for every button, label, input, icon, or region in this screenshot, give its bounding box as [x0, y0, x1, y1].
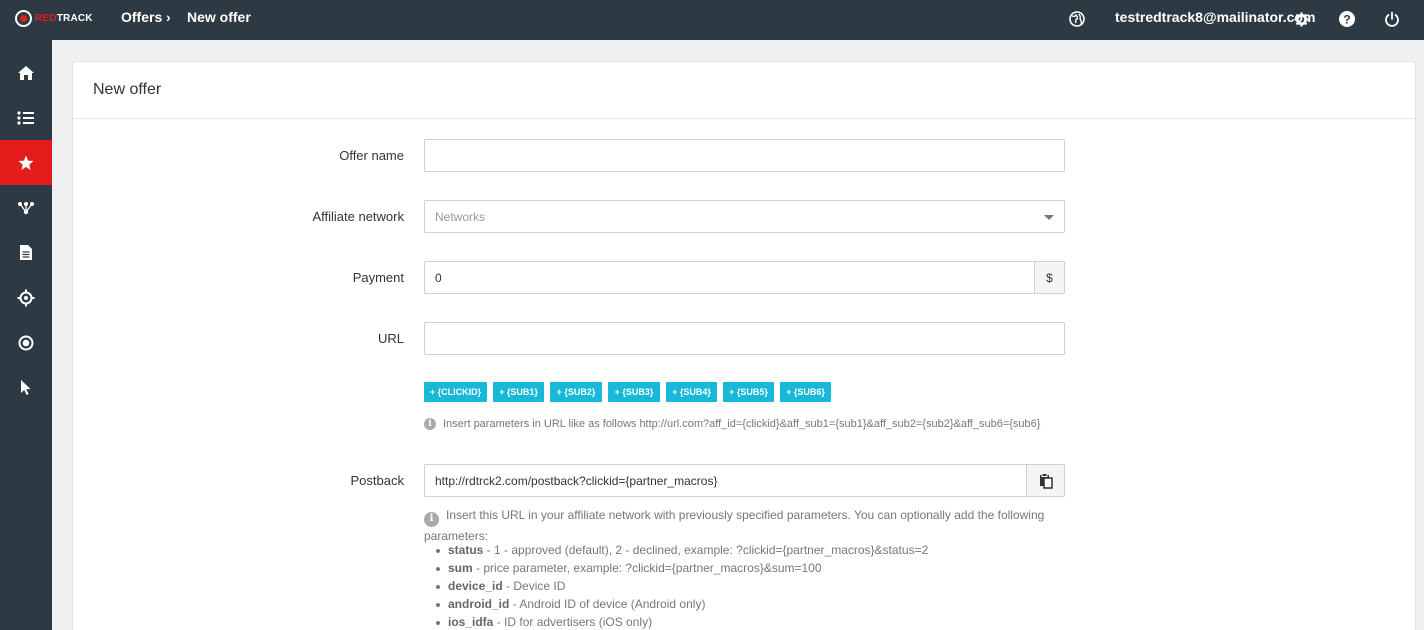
redtrack-logo[interactable]: RED TRACK	[15, 9, 93, 27]
macro-button-sub4[interactable]: + {SUB4}	[666, 382, 717, 402]
affiliate-network-select[interactable]: Networks	[424, 200, 1065, 233]
postback-note: i Insert this URL in your affiliate netwo…	[424, 506, 1064, 545]
user-email[interactable]: testredtrack8@mailinator.com	[1115, 9, 1315, 25]
clipboard-icon	[1039, 472, 1053, 489]
page-title: New offer	[93, 81, 162, 98]
currency-addon: $	[1034, 262, 1064, 293]
gear-icon[interactable]	[1291, 9, 1311, 29]
macro-button-sub5[interactable]: + {SUB5}	[723, 382, 774, 402]
top-bar: RED TRACK Offers › New offer testredtrac…	[0, 0, 1424, 40]
logo-mark-icon	[15, 9, 32, 27]
breadcrumb-offers[interactable]: Offers	[121, 9, 162, 25]
panel-header: New offer	[73, 62, 1415, 119]
svg-text:?: ?	[1343, 13, 1350, 27]
copy-button[interactable]	[1026, 465, 1064, 496]
payment-label: Payment	[352, 270, 404, 285]
macro-button-sub1[interactable]: + {SUB1}	[493, 382, 544, 402]
list-item: device_id - Device ID	[430, 577, 928, 595]
crosshair-icon	[17, 289, 35, 306]
chevron-down-icon	[1044, 215, 1054, 220]
target-icon	[18, 335, 34, 350]
macro-button-sub3[interactable]: + {SUB3}	[608, 382, 660, 402]
offer-name-input[interactable]	[424, 139, 1065, 172]
sidebar-item-networks[interactable]	[0, 185, 52, 230]
macro-button-sub6[interactable]: + {SUB6}	[780, 382, 831, 402]
sidebar	[0, 40, 52, 630]
info-icon: i	[424, 511, 439, 527]
url-label: URL	[377, 331, 404, 346]
document-icon	[20, 245, 32, 260]
affiliate-network-label: Affiliate network	[312, 209, 404, 224]
affiliate-network-placeholder: Networks	[435, 209, 486, 224]
home-icon	[18, 65, 34, 80]
sidebar-item-offers[interactable]	[0, 140, 52, 185]
list-item: sum - price parameter, example: ?clickid…	[430, 559, 928, 577]
payment-value: 0	[435, 270, 442, 285]
logo-text-red: RED	[35, 12, 57, 24]
list-icon	[17, 110, 34, 125]
sidebar-item-reports[interactable]	[0, 230, 52, 275]
payment-input[interactable]: 0 $	[424, 261, 1065, 294]
globe-icon[interactable]	[1067, 9, 1087, 29]
sidebar-item-home[interactable]	[0, 50, 52, 95]
network-icon	[18, 201, 34, 214]
sidebar-item-clicks[interactable]	[0, 365, 52, 410]
cursor-icon	[21, 380, 31, 395]
info-icon: i	[424, 418, 436, 430]
sidebar-item-campaigns[interactable]	[0, 95, 52, 140]
breadcrumb-separator-icon: ›	[166, 9, 171, 25]
breadcrumb-new-offer: New offer	[187, 9, 251, 25]
star-icon	[18, 155, 34, 170]
postback-note-text: Insert this URL in your affiliate networ…	[424, 508, 1045, 543]
url-input[interactable]	[424, 322, 1065, 355]
postback-label: Postback	[350, 473, 404, 488]
sidebar-item-conversions[interactable]	[0, 320, 52, 365]
list-item: android_id - Android ID of device (Andro…	[430, 595, 928, 613]
list-item: status - 1 - approved (default), 2 - dec…	[430, 541, 928, 559]
list-item: ios_idfa - ID for advertisers (iOS only)	[430, 613, 928, 630]
offer-name-label: Offer name	[339, 148, 404, 163]
logo-text-white: TRACK	[56, 12, 93, 24]
macro-button-sub2[interactable]: + {SUB2}	[550, 382, 602, 402]
postback-params-list: status - 1 - approved (default), 2 - dec…	[430, 541, 928, 630]
url-hint: i Insert parameters in URL like as follo…	[424, 418, 1040, 430]
url-hint-text: Insert parameters in URL like as follows…	[443, 418, 1041, 430]
postback-input[interactable]: http://rdtrck2.com/postback?clickid={par…	[424, 464, 1065, 497]
macro-button-clickid[interactable]: + {CLICKID}	[424, 382, 487, 402]
help-icon[interactable]: ?	[1337, 9, 1357, 29]
power-icon[interactable]	[1382, 9, 1402, 29]
sidebar-item-tracking[interactable]	[0, 275, 52, 320]
postback-value: http://rdtrck2.com/postback?clickid={par…	[435, 473, 718, 488]
